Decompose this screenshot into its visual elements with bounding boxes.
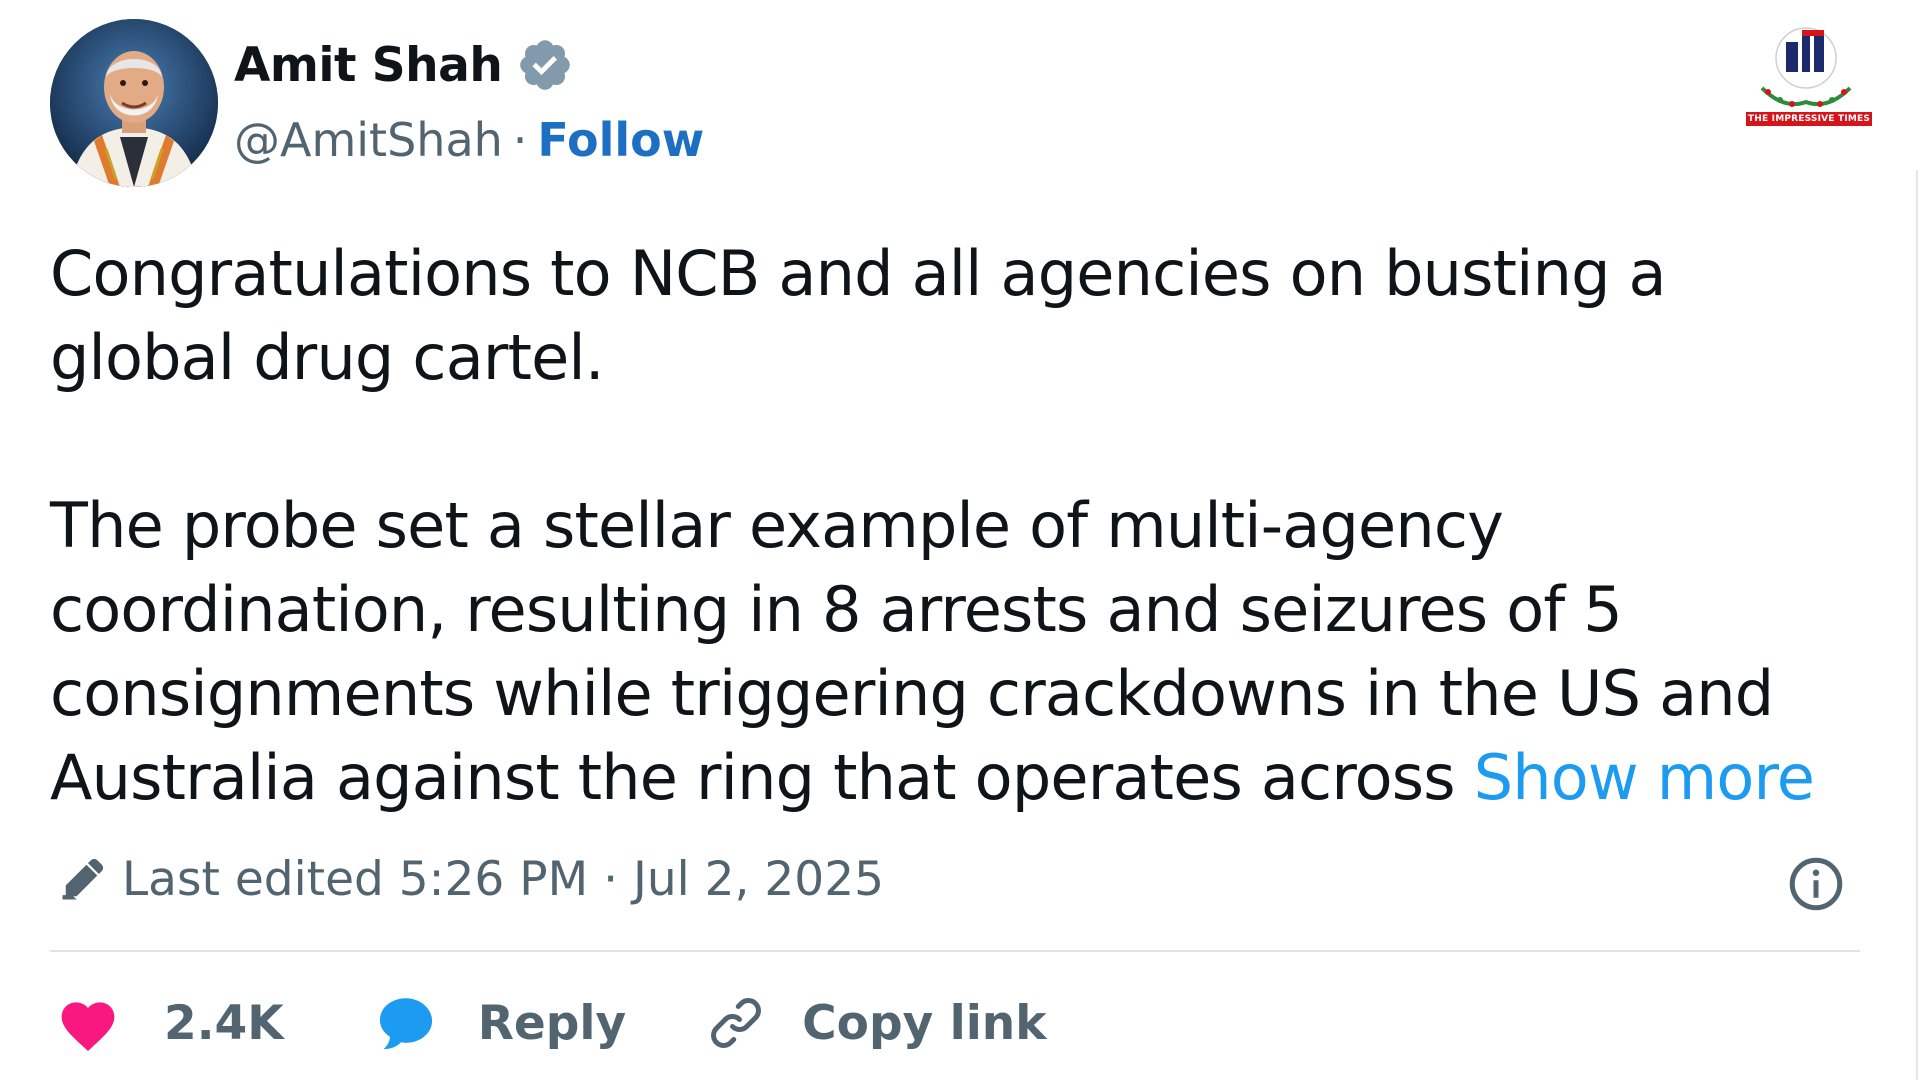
info-icon[interactable]	[1786, 854, 1846, 914]
tweet-line: The probe set a stellar example of multi…	[50, 489, 1504, 562]
tweet-embed-card: Amit Shah @AmitShah · Follow THE IMPRESS…	[0, 0, 1920, 1080]
follow-button[interactable]: Follow	[537, 113, 704, 167]
link-icon	[711, 998, 762, 1048]
verified-badge-icon	[516, 36, 574, 94]
pencil-icon	[56, 854, 108, 906]
tweet-paragraph-1: Congratulations to NCB and all agencies …	[50, 237, 1667, 394]
card-edge-divider	[1916, 170, 1918, 1080]
like-count: 2.4K	[164, 995, 284, 1051]
tweet-paragraph-2: The probe set a stellar example of multi…	[50, 484, 1850, 820]
tweet-text: Congratulations to NCB and all agencies …	[50, 232, 1850, 820]
author-handle-row: @AmitShah · Follow	[234, 113, 704, 167]
author-name-row: Amit Shah	[234, 36, 574, 94]
reply-label: Reply	[477, 995, 627, 1051]
tweet-line: Australia against the ring that operates…	[50, 741, 1474, 814]
brand-emblem-icon	[1760, 27, 1852, 107]
show-more-link[interactable]: Show more	[1474, 741, 1815, 814]
avatar-image	[50, 19, 218, 187]
copy-link-button[interactable]: Copy link	[706, 993, 1047, 1053]
author-name[interactable]: Amit Shah	[234, 38, 503, 93]
tweet-actions: 2.4K Reply Copy link	[56, 993, 1047, 1053]
tweet-line: coordination, resulting in 8 arrests and…	[50, 573, 1623, 646]
tweet-line: consignments while triggering crackdowns…	[50, 657, 1774, 730]
reply-button[interactable]: Reply	[374, 993, 626, 1053]
speech-bubble-icon	[379, 998, 432, 1050]
author-handle[interactable]: @AmitShah	[234, 113, 503, 167]
brand-name: THE IMPRESSIVE TIMES	[1746, 112, 1872, 126]
actions-divider	[50, 950, 1860, 952]
heart-icon	[61, 1002, 115, 1051]
edited-info: Last edited 5:26 PM · Jul 2, 2025	[56, 852, 884, 907]
separator-dot: ·	[512, 113, 528, 167]
last-edited-text[interactable]: Last edited 5:26 PM · Jul 2, 2025	[122, 852, 884, 907]
like-button[interactable]: 2.4K	[56, 994, 284, 1052]
copy-link-label: Copy link	[802, 995, 1047, 1051]
avatar[interactable]	[50, 19, 218, 187]
